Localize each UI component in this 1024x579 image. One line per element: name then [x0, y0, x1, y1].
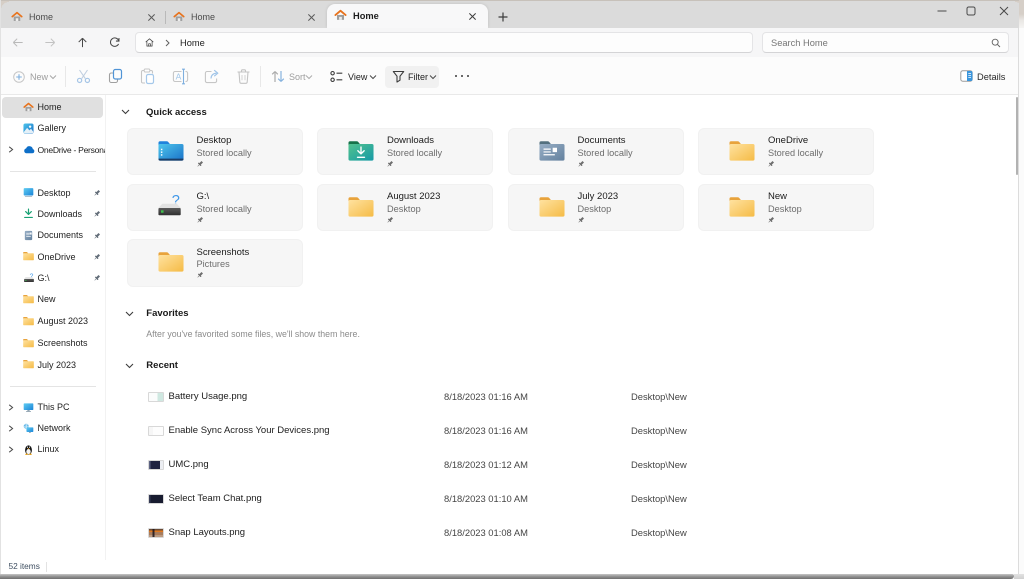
- svg-text:A: A: [176, 72, 182, 82]
